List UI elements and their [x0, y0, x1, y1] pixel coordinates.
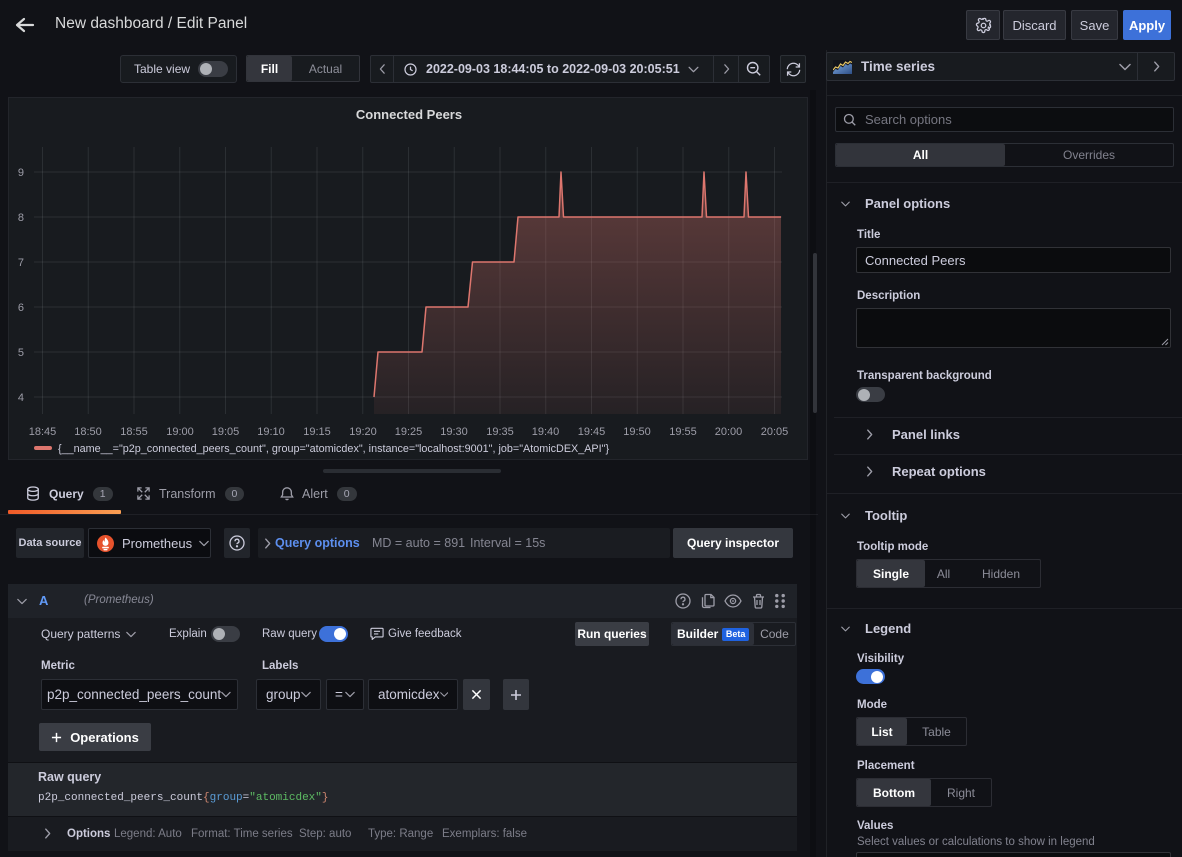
svg-text:19:05: 19:05 [212, 426, 240, 438]
svg-text:19:00: 19:00 [166, 426, 194, 438]
svg-text:{__name__="p2p_connected_peers: {__name__="p2p_connected_peers_count", g… [58, 443, 609, 455]
svg-text:18:45: 18:45 [29, 426, 57, 438]
svg-text:19:55: 19:55 [669, 426, 697, 438]
svg-text:18:50: 18:50 [74, 426, 102, 438]
svg-text:19:50: 19:50 [623, 426, 651, 438]
svg-text:7: 7 [18, 257, 24, 269]
svg-text:19:25: 19:25 [395, 426, 423, 438]
svg-text:5: 5 [18, 347, 24, 359]
svg-text:20:05: 20:05 [761, 426, 789, 438]
svg-text:6: 6 [18, 302, 24, 314]
svg-text:20:00: 20:00 [715, 426, 743, 438]
svg-text:4: 4 [18, 392, 24, 404]
svg-text:19:40: 19:40 [532, 426, 560, 438]
svg-text:19:35: 19:35 [486, 426, 514, 438]
svg-text:9: 9 [18, 167, 24, 179]
svg-text:19:30: 19:30 [440, 426, 468, 438]
svg-text:18:55: 18:55 [120, 426, 148, 438]
svg-text:19:20: 19:20 [349, 426, 377, 438]
svg-text:19:45: 19:45 [578, 426, 606, 438]
svg-text:19:15: 19:15 [303, 426, 331, 438]
svg-text:19:10: 19:10 [257, 426, 285, 438]
svg-text:8: 8 [18, 212, 24, 224]
